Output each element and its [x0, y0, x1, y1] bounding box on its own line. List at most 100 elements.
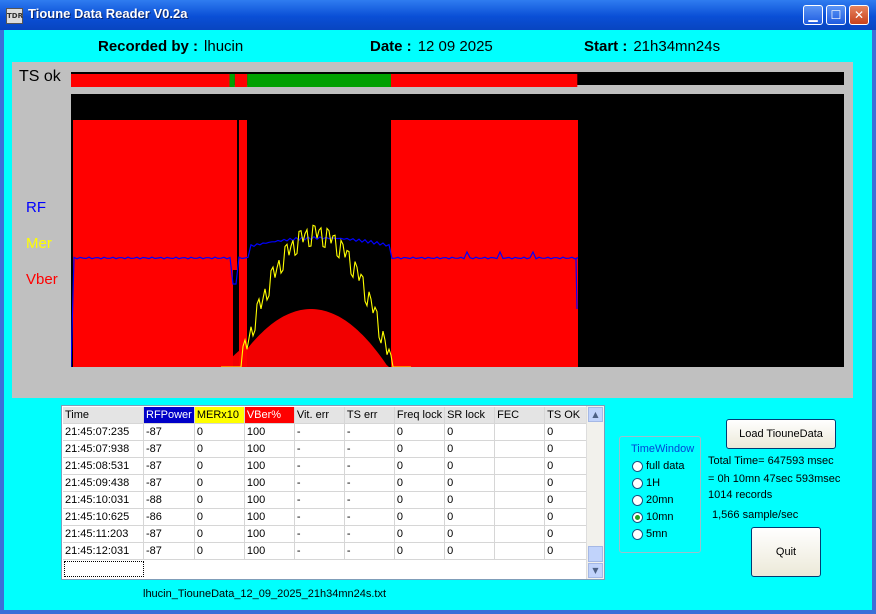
- col-merx10[interactable]: MERx10: [194, 407, 245, 424]
- table-cell[interactable]: 0: [194, 423, 245, 441]
- table-row[interactable]: 21:45:07:235 -87 0 100- -0 0 0: [63, 423, 596, 441]
- table-cell[interactable]: -: [294, 423, 345, 441]
- table-cell[interactable]: 100: [244, 491, 295, 509]
- table-cell[interactable]: 0: [444, 508, 496, 526]
- table-cell[interactable]: 0: [394, 474, 446, 492]
- table-cell[interactable]: 100: [244, 423, 295, 441]
- table-cell[interactable]: [494, 542, 546, 560]
- table-row[interactable]: 21:45:11:203 -87 0 100- -0 0 0: [63, 525, 596, 543]
- table-cell[interactable]: [494, 423, 546, 441]
- col-fec[interactable]: FEC: [494, 407, 546, 424]
- table-cell[interactable]: 0: [394, 423, 446, 441]
- table-cell[interactable]: 0: [394, 508, 446, 526]
- table-cell[interactable]: -: [344, 508, 395, 526]
- table-cell[interactable]: 0: [444, 474, 496, 492]
- table-cell[interactable]: 21:45:11:203: [63, 525, 144, 543]
- maximize-button[interactable]: ☐: [826, 5, 846, 25]
- table-cell[interactable]: 0: [194, 440, 245, 458]
- title-bar[interactable]: TDR Tioune Data Reader V0.2a ▁ ☐ ✕: [0, 0, 876, 30]
- radio-10mn[interactable]: 10mn: [632, 511, 674, 523]
- table-cell[interactable]: 0: [194, 542, 245, 560]
- table-cell[interactable]: [494, 525, 546, 543]
- table-cell[interactable]: 100: [244, 457, 295, 475]
- table-row[interactable]: 21:45:08:531 -87 0 100- -0 0 0: [63, 457, 596, 475]
- table-cell[interactable]: 0: [194, 457, 245, 475]
- table-cell[interactable]: -87: [143, 423, 195, 441]
- radio-circle[interactable]: [632, 460, 643, 472]
- table-cell[interactable]: 0: [394, 525, 446, 543]
- table-row[interactable]: 21:45:12:031 -87 0 100- -0 0 0: [63, 542, 596, 560]
- table-cell[interactable]: -87: [143, 457, 195, 475]
- radio-circle[interactable]: [632, 528, 643, 540]
- table-cell[interactable]: 21:45:10:031: [63, 491, 144, 509]
- radio-circle[interactable]: [632, 494, 643, 506]
- table-cell[interactable]: 0: [194, 508, 245, 526]
- table-cell[interactable]: -: [294, 525, 345, 543]
- table-cell[interactable]: [494, 474, 546, 492]
- table-cell[interactable]: [494, 508, 546, 526]
- minimize-button[interactable]: ▁: [803, 5, 823, 25]
- table-cell[interactable]: [494, 457, 546, 475]
- col-sr-lock[interactable]: SR lock: [444, 407, 496, 424]
- col-vber[interactable]: VBer%: [244, 407, 295, 424]
- table-cell[interactable]: -87: [143, 542, 195, 560]
- table-cell[interactable]: -: [294, 457, 345, 475]
- table-cell[interactable]: 0: [444, 525, 496, 543]
- close-button[interactable]: ✕: [849, 5, 869, 25]
- table-cell[interactable]: -: [344, 457, 395, 475]
- table-cell[interactable]: 0: [394, 491, 446, 509]
- table-cell[interactable]: 0: [394, 457, 446, 475]
- table-cell[interactable]: 0: [394, 542, 446, 560]
- table-cell[interactable]: 0: [194, 474, 245, 492]
- table-cell[interactable]: 0: [194, 525, 245, 543]
- col-freq-lock[interactable]: Freq lock: [394, 407, 446, 424]
- table-cell[interactable]: 0: [444, 423, 496, 441]
- scroll-up-button[interactable]: ▲: [588, 407, 603, 422]
- edit-cell[interactable]: [64, 561, 144, 577]
- col-ts-err[interactable]: TS err: [344, 407, 395, 424]
- quit-button[interactable]: Quit: [751, 527, 821, 577]
- table-cell[interactable]: -: [294, 508, 345, 526]
- radio-20mn[interactable]: 20mn: [632, 494, 674, 506]
- table-cell[interactable]: -: [344, 440, 395, 458]
- table-cell[interactable]: 0: [444, 440, 496, 458]
- table-cell[interactable]: -: [344, 474, 395, 492]
- scroll-down-button[interactable]: ▼: [588, 563, 603, 578]
- table-cell[interactable]: 100: [244, 474, 295, 492]
- radio-circle[interactable]: [632, 477, 643, 489]
- load-data-button[interactable]: Load TiouneData: [726, 419, 836, 449]
- radio-full-data[interactable]: full data: [632, 460, 685, 472]
- table-cell[interactable]: 0: [444, 457, 496, 475]
- table-cell[interactable]: -: [294, 491, 345, 509]
- table-cell[interactable]: 100: [244, 508, 295, 526]
- table-cell[interactable]: 0: [394, 440, 446, 458]
- table-cell[interactable]: [494, 440, 546, 458]
- table-cell[interactable]: -: [294, 440, 345, 458]
- table-cell[interactable]: 100: [244, 542, 295, 560]
- records-grid[interactable]: Time RFPower MERx10 VBer% Vit. err TS er…: [61, 405, 605, 580]
- table-cell[interactable]: 0: [444, 491, 496, 509]
- table-cell[interactable]: 21:45:09:438: [63, 474, 144, 492]
- vertical-scrollbar[interactable]: ▲ ▼: [586, 406, 604, 579]
- col-time[interactable]: Time: [63, 407, 144, 424]
- table-row[interactable]: 21:45:10:625 -86 0 100- -0 0 0: [63, 508, 596, 526]
- table-row[interactable]: 21:45:10:031 -88 0 100- -0 0 0: [63, 491, 596, 509]
- table-cell[interactable]: -86: [143, 508, 195, 526]
- table-cell[interactable]: 100: [244, 525, 295, 543]
- table-row[interactable]: 21:45:07:938 -87 0 100- -0 0 0: [63, 440, 596, 458]
- table-cell[interactable]: -: [294, 542, 345, 560]
- table-cell[interactable]: -87: [143, 474, 195, 492]
- table-cell[interactable]: 21:45:07:938: [63, 440, 144, 458]
- table-cell[interactable]: -87: [143, 440, 195, 458]
- table-cell[interactable]: 21:45:10:625: [63, 508, 144, 526]
- table-cell[interactable]: 21:45:07:235: [63, 423, 144, 441]
- table-cell[interactable]: -: [344, 525, 395, 543]
- table-cell[interactable]: -: [344, 491, 395, 509]
- scroll-thumb[interactable]: [588, 546, 603, 562]
- table-cell[interactable]: 100: [244, 440, 295, 458]
- table-cell[interactable]: -88: [143, 491, 195, 509]
- table-cell[interactable]: -87: [143, 525, 195, 543]
- table-cell[interactable]: 0: [194, 491, 245, 509]
- table-cell[interactable]: 0: [444, 542, 496, 560]
- table-cell[interactable]: [494, 491, 546, 509]
